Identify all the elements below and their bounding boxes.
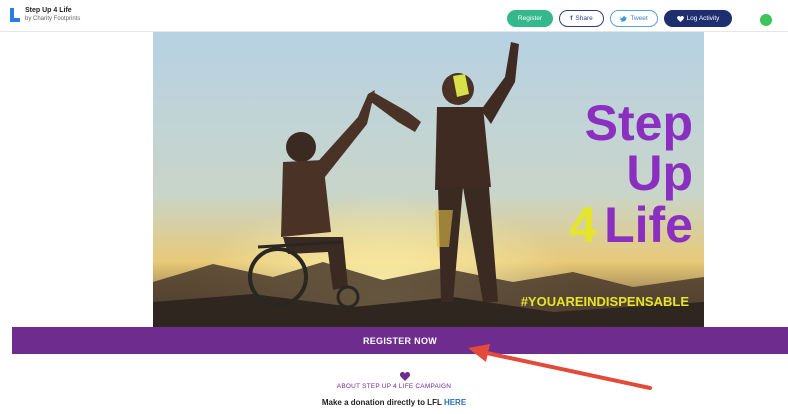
hero-banner: Step Up 4 Life #YOUAREINDISPENSABLE (153, 32, 704, 327)
tweet-button[interactable]: Tweet (610, 10, 658, 27)
brand-text: Step Up 4 Life by Charity Footprints (25, 7, 80, 23)
arrow-annotation (468, 344, 652, 390)
register-now-label: REGISTER NOW (362, 335, 438, 346)
donation-label: Make a donation directly to LFL (321, 398, 442, 407)
hero-title-life: Life (604, 197, 693, 253)
donation-link[interactable]: HERE (444, 398, 466, 407)
hero-image: Step Up 4 Life #YOUAREINDISPENSABLE (153, 32, 704, 327)
campaign-page: Step Up 4 Life by Charity Footprints Reg… (0, 0, 788, 414)
action-buttons: Register f Share Tweet Log Activity (507, 10, 732, 27)
logo-icon (10, 8, 20, 22)
app-title: Step Up 4 Life (25, 7, 72, 14)
log-activity-label: Log Activity (686, 15, 720, 22)
hero-title-step: Step (585, 95, 693, 151)
log-activity-button[interactable]: Log Activity (664, 10, 732, 27)
twitter-icon (620, 15, 628, 22)
register-now-button[interactable]: REGISTER NOW (12, 327, 788, 354)
register-label: Register (517, 15, 543, 22)
brand[interactable]: Step Up 4 Life by Charity Footprints (10, 7, 80, 23)
whatsapp-icon[interactable] (760, 14, 772, 26)
share-label: Share (575, 15, 593, 22)
facebook-icon: f (570, 15, 573, 22)
share-button[interactable]: f Share (559, 10, 604, 27)
hero-hashtag: #YOUAREINDISPENSABLE (521, 294, 690, 309)
hero-title-four: 4 (569, 197, 597, 253)
tweet-label: Tweet (630, 15, 648, 22)
donation-text: Make a donation directly to LFL HERE (0, 398, 788, 407)
heart-icon (400, 372, 410, 381)
about-campaign-link[interactable]: ABOUT STEP UP 4 LIFE CAMPAIGN (0, 383, 788, 390)
top-bar: Step Up 4 Life by Charity Footprints Reg… (0, 0, 788, 32)
hero-title-up: Up (626, 145, 693, 201)
register-button[interactable]: Register (507, 10, 553, 27)
heart-icon (676, 15, 684, 22)
app-subtitle: by Charity Footprints (25, 16, 81, 22)
